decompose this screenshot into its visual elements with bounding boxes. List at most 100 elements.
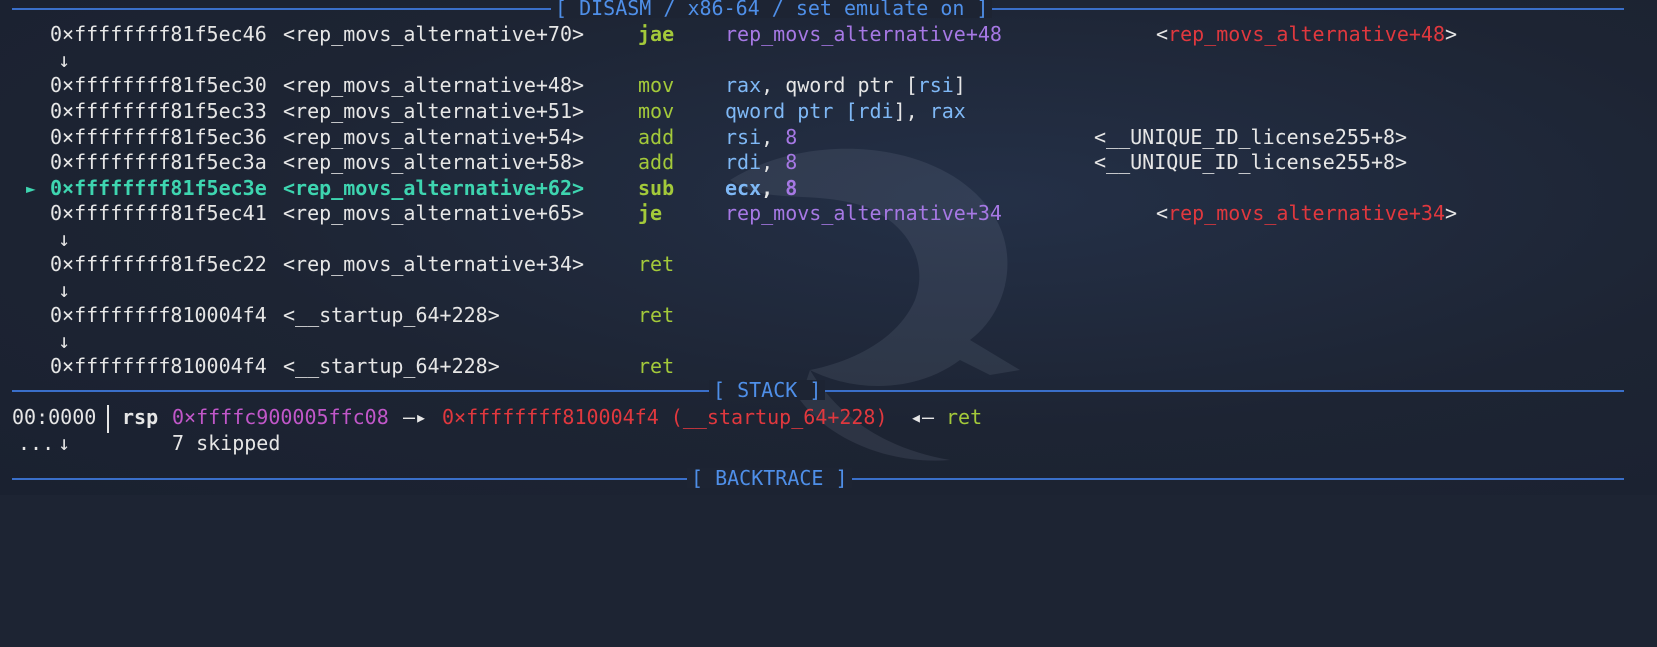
instruction-operand: rep_movs_alternative+48: [725, 22, 1002, 46]
disasm-row[interactable]: 0×ffffffff81f5ec33 <rep_movs_alternative…: [0, 98, 966, 125]
stack-value: ret: [946, 405, 983, 429]
instruction-mnemonic: sub: [638, 176, 675, 200]
instruction-address: 0×ffffffff810004f4: [50, 354, 267, 378]
disasm-row[interactable]: 0×ffffffff810004f4 <__startup_64+228> re…: [0, 353, 674, 380]
jump-target-comment: <rep_movs_alternative+48>: [1156, 21, 1457, 48]
instruction-symbol: <rep_movs_alternative+65>: [283, 201, 585, 225]
comment-target: rep_movs_alternative+48: [1168, 22, 1445, 46]
instruction-address: 0×ffffffff81f5ec3e: [50, 176, 267, 200]
operand-immediate: 8: [785, 176, 798, 200]
instruction-address: 0×ffffffff81f5ec3a: [50, 150, 267, 174]
instruction-mnemonic: ret: [638, 252, 675, 276]
instruction-operands: ecx, 8: [725, 175, 797, 202]
operand-register: rax: [725, 73, 762, 97]
stack-title: [ STACK ]: [709, 380, 826, 400]
disasm-row[interactable]: 0×ffffffff81f5ec36 <rep_movs_alternative…: [0, 124, 1407, 151]
skip-ellipsis: ...: [18, 431, 55, 455]
operand-register: rsi: [725, 125, 762, 149]
instruction-symbol: <rep_movs_alternative+70>: [283, 22, 585, 46]
instruction-symbol: <__startup_64+228>: [283, 303, 500, 327]
instruction-mnemonic: jae: [638, 22, 675, 46]
instruction-address: 0×ffffffff810004f4: [50, 303, 267, 327]
operand-text: , qword ptr [: [761, 73, 918, 97]
instruction-symbol: <rep_movs_alternative+54>: [283, 125, 585, 149]
flow-arrow-row: ↓: [0, 47, 70, 74]
comment-close: >: [1445, 201, 1458, 225]
instruction-address: 0×ffffffff81f5ec30: [50, 73, 267, 97]
stack-index: 00:0000: [12, 405, 97, 429]
backtrace-title: [ BACKTRACE ]: [687, 468, 852, 488]
stack-pointer: 0×ffffc900005ffc08: [172, 405, 389, 429]
down-arrow-icon: ↓: [58, 431, 71, 455]
comment-close: >: [1445, 22, 1458, 46]
flow-arrow-row: ↓: [0, 277, 70, 304]
operand-register: rdi: [857, 99, 894, 123]
flow-arrow-row: ↓: [0, 328, 70, 355]
stack-target: 0×ffffffff810004f4 (__startup_64+228): [442, 405, 888, 429]
instruction-symbol: <rep_movs_alternative+51>: [283, 99, 585, 123]
skip-count: 7 skipped: [172, 431, 281, 455]
operand-text: ,: [761, 176, 786, 200]
deref-back-arrow-icon: ◂—: [910, 405, 935, 429]
disasm-row[interactable]: 0×ffffffff810004f4 <__startup_64+228> re…: [0, 302, 674, 329]
instruction-mnemonic: mov: [638, 73, 675, 97]
operand-register: rdi: [725, 150, 762, 174]
stack-row[interactable]: 00:0000 rsp 0×ffffc900005ffc08 —▸ 0×ffff…: [0, 404, 982, 431]
operand-text: ,: [761, 125, 786, 149]
instruction-address: 0×ffffffff81f5ec22: [50, 252, 267, 276]
operand-register: ecx: [725, 176, 762, 200]
stack-divider: [107, 405, 109, 433]
instruction-comment: <__UNIQUE_ID_license255+8>: [1094, 125, 1408, 149]
instruction-mnemonic: ret: [638, 303, 675, 327]
operand-register: rsi: [917, 73, 954, 97]
operand-immediate: 8: [785, 125, 798, 149]
instruction-mnemonic: add: [638, 125, 675, 149]
down-arrow-icon: ↓: [58, 48, 71, 72]
down-arrow-icon: ↓: [58, 227, 71, 251]
operand-text: ],: [893, 99, 930, 123]
current-instruction-marker-icon: ►: [26, 179, 36, 198]
instruction-address: 0×ffffffff81f5ec41: [50, 201, 267, 225]
comment-target: rep_movs_alternative+34: [1168, 201, 1445, 225]
deref-arrow-icon: —▸: [403, 405, 428, 429]
instruction-symbol: <__startup_64+228>: [283, 354, 500, 378]
comment-open: <: [1156, 22, 1169, 46]
disasm-row[interactable]: 0×ffffffff81f5ec46 <rep_movs_alternative…: [0, 21, 1457, 48]
operand-immediate: 8: [785, 150, 798, 174]
instruction-operands: qword ptr [rdi], rax: [725, 98, 966, 125]
instruction-operand: rep_movs_alternative+34: [725, 201, 1002, 225]
down-arrow-icon: ↓: [58, 278, 71, 302]
disasm-row[interactable]: 0×ffffffff81f5ec30 <rep_movs_alternative…: [0, 72, 966, 99]
instruction-symbol: <rep_movs_alternative+58>: [283, 150, 585, 174]
flow-arrow-row: ↓: [0, 226, 70, 253]
operand-text: qword ptr [: [725, 99, 858, 123]
current-instruction-row[interactable]: ► 0×ffffffff81f5ec3e <rep_movs_alternati…: [0, 175, 797, 202]
instruction-symbol: <rep_movs_alternative+34>: [283, 252, 585, 276]
disasm-title: [ DISASM / x86-64 / set emulate on ]: [551, 0, 993, 18]
instruction-address: 0×ffffffff81f5ec46: [50, 22, 267, 46]
disasm-row[interactable]: 0×ffffffff81f5ec41 <rep_movs_alternative…: [0, 200, 1457, 227]
operand-text: ,: [761, 150, 786, 174]
instruction-symbol: <rep_movs_alternative+48>: [283, 73, 585, 97]
instruction-mnemonic: je: [638, 201, 663, 225]
instruction-operands: rax, qword ptr [rsi]: [725, 72, 966, 99]
terminal-window[interactable]: [ DISASM / x86-64 / set emulate on ] 0×f…: [0, 0, 1657, 495]
comment-open: <: [1156, 201, 1169, 225]
instruction-mnemonic: add: [638, 150, 675, 174]
stack-register: rsp: [122, 405, 159, 429]
disasm-row[interactable]: 0×ffffffff81f5ec22 <rep_movs_alternative…: [0, 251, 674, 278]
instruction-mnemonic: ret: [638, 354, 675, 378]
instruction-comment: <__UNIQUE_ID_license255+8>: [1094, 150, 1408, 174]
disasm-row[interactable]: 0×ffffffff81f5ec3a <rep_movs_alternative…: [0, 149, 1407, 176]
operand-text: ]: [953, 73, 966, 97]
instruction-operands: rsi, 8: [725, 124, 797, 151]
instruction-address: 0×ffffffff81f5ec36: [50, 125, 267, 149]
instruction-address: 0×ffffffff81f5ec33: [50, 99, 267, 123]
instruction-symbol: <rep_movs_alternative+62>: [283, 176, 585, 200]
jump-target-comment: <rep_movs_alternative+34>: [1156, 200, 1457, 227]
instruction-mnemonic: mov: [638, 99, 675, 123]
stack-skip-row: ... ↓ 7 skipped: [0, 430, 280, 457]
down-arrow-icon: ↓: [58, 329, 71, 353]
operand-register: rax: [929, 99, 966, 123]
instruction-operands: rdi, 8: [725, 149, 797, 176]
